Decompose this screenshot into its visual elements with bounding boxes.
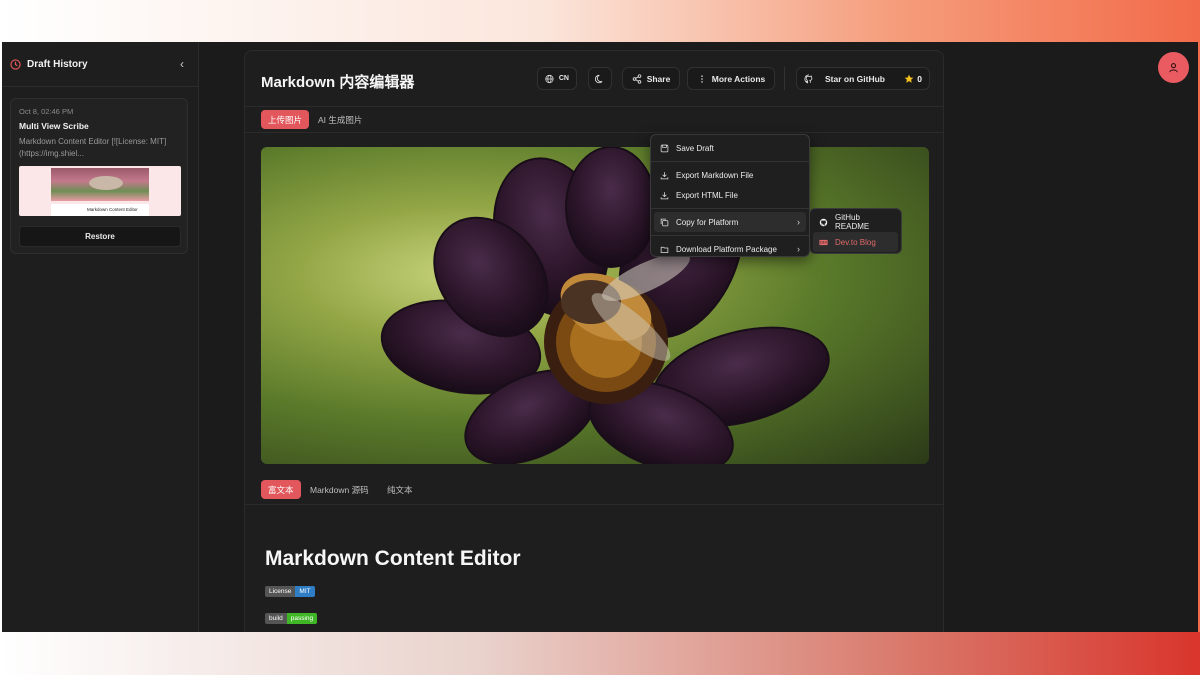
- badge-label: License: [265, 586, 296, 597]
- chevron-right-icon: ›: [797, 217, 800, 227]
- menu-item-download-package[interactable]: Download Platform Package ›: [654, 239, 806, 259]
- more-vertical-icon: [700, 74, 703, 83]
- submenu-item-devto-blog[interactable]: DEV Dev.to Blog: [813, 232, 898, 252]
- hero-image: [261, 147, 929, 464]
- more-actions-button[interactable]: More Actions: [687, 67, 775, 90]
- menu-item-label: Save Draft: [676, 143, 714, 153]
- license-badge[interactable]: License MIT: [265, 586, 315, 597]
- toolbar-divider: [784, 67, 785, 90]
- language-label: CN: [558, 75, 569, 82]
- share-button[interactable]: Share: [622, 67, 680, 90]
- menu-item-label: Export HTML File: [676, 190, 738, 200]
- draft-name: Multi View Scribe: [19, 121, 89, 131]
- github-icon: [804, 73, 813, 83]
- upload-tab-bar: 上传图片 AI 生成图片: [245, 107, 943, 133]
- tab-ai-generate-image[interactable]: AI 生成图片: [311, 110, 369, 129]
- thumbnail-image: [51, 168, 149, 201]
- view-tab-bar: 富文本 Markdown 源码 纯文本: [245, 477, 943, 505]
- draft-date: Oct 8, 02:46 PM: [19, 107, 74, 116]
- thumbnail-caption: Markdown Content Editor: [51, 204, 149, 216]
- github-icon: [819, 218, 828, 226]
- tab-markdown-source[interactable]: Markdown 源码: [303, 480, 376, 499]
- star-github-button[interactable]: Star on GitHub 0: [796, 67, 930, 90]
- menu-item-label: Export Markdown File: [676, 170, 754, 180]
- star-counter: 0: [904, 74, 922, 84]
- clock-icon: [10, 58, 21, 70]
- draft-excerpt: Markdown Content Editor [![License: MIT]…: [19, 137, 167, 158]
- share-icon: [632, 73, 641, 84]
- menu-item-copy-for-platform[interactable]: Copy for Platform ›: [654, 212, 806, 232]
- devto-icon: DEV: [819, 239, 828, 245]
- background-band: [0, 632, 1200, 675]
- badge-value: MIT: [295, 586, 315, 597]
- platform-submenu: GitHub README DEV Dev.to Blog: [809, 208, 902, 254]
- draft-history-sidebar: Draft History ‹ Oct 8, 02:46 PM Multi Vi…: [2, 42, 199, 632]
- menu-item-label: Download Platform Package: [676, 244, 777, 254]
- package-icon: [660, 246, 669, 253]
- menu-item-export-html[interactable]: Export HTML File: [654, 185, 806, 205]
- sidebar-title: Draft History: [27, 58, 88, 70]
- more-actions-label: More Actions: [711, 73, 766, 84]
- github-label: Star on GitHub: [825, 73, 885, 84]
- chevron-right-icon: ›: [797, 244, 800, 254]
- theme-toggle-button[interactable]: [588, 67, 612, 90]
- share-label: Share: [646, 73, 671, 84]
- download-icon: [660, 171, 669, 179]
- submenu-item-github-readme[interactable]: GitHub README: [813, 212, 898, 232]
- more-actions-menu: Save Draft Export Markdown File Export H…: [650, 134, 810, 257]
- user-icon: [1169, 63, 1178, 73]
- menu-divider: [651, 161, 809, 162]
- download-icon: [660, 191, 669, 199]
- user-avatar[interactable]: [1158, 52, 1189, 83]
- restore-button[interactable]: Restore: [19, 226, 181, 247]
- page-title: Markdown 内容编辑器: [261, 74, 415, 91]
- menu-item-label: Copy for Platform: [676, 217, 739, 227]
- badge-value: passing: [286, 613, 318, 624]
- svg-text:DEV: DEV: [820, 240, 828, 244]
- menu-item-export-markdown[interactable]: Export Markdown File: [654, 165, 806, 185]
- save-icon: [660, 144, 669, 152]
- collapse-sidebar-icon[interactable]: ‹: [176, 57, 188, 71]
- language-button[interactable]: CN: [537, 67, 577, 90]
- menu-divider: [651, 208, 809, 209]
- draft-card[interactable]: Oct 8, 02:46 PM Multi View Scribe Markdo…: [10, 98, 188, 254]
- flower-bee-illustration: [380, 147, 830, 464]
- copy-icon: [660, 218, 669, 226]
- globe-icon: [545, 74, 554, 83]
- build-badge[interactable]: build passing: [265, 613, 318, 624]
- editor-panel: Markdown 内容编辑器 CN Share More Actions Sta…: [244, 50, 944, 632]
- sidebar-header: Draft History ‹: [2, 42, 198, 87]
- submenu-item-label: GitHub README: [835, 213, 870, 231]
- moon-icon: [595, 74, 603, 83]
- app-window: Draft History ‹ Oct 8, 02:46 PM Multi Vi…: [2, 42, 1198, 632]
- submenu-item-label: Dev.to Blog: [835, 237, 876, 247]
- star-icon: [904, 74, 914, 83]
- tab-plain-text[interactable]: 纯文本: [380, 480, 420, 499]
- badge-label: build: [265, 613, 287, 624]
- toolbar: Markdown 内容编辑器 CN Share More Actions Sta…: [245, 51, 943, 107]
- document-heading: Markdown Content Editor: [265, 547, 521, 570]
- star-count: 0: [917, 73, 922, 84]
- menu-divider: [651, 235, 809, 236]
- draft-thumbnail: Markdown Content Editor: [19, 166, 181, 216]
- tab-upload-image[interactable]: 上传图片: [261, 110, 310, 129]
- menu-item-save-draft[interactable]: Save Draft: [654, 138, 806, 158]
- tab-rich-text[interactable]: 富文本: [261, 480, 301, 499]
